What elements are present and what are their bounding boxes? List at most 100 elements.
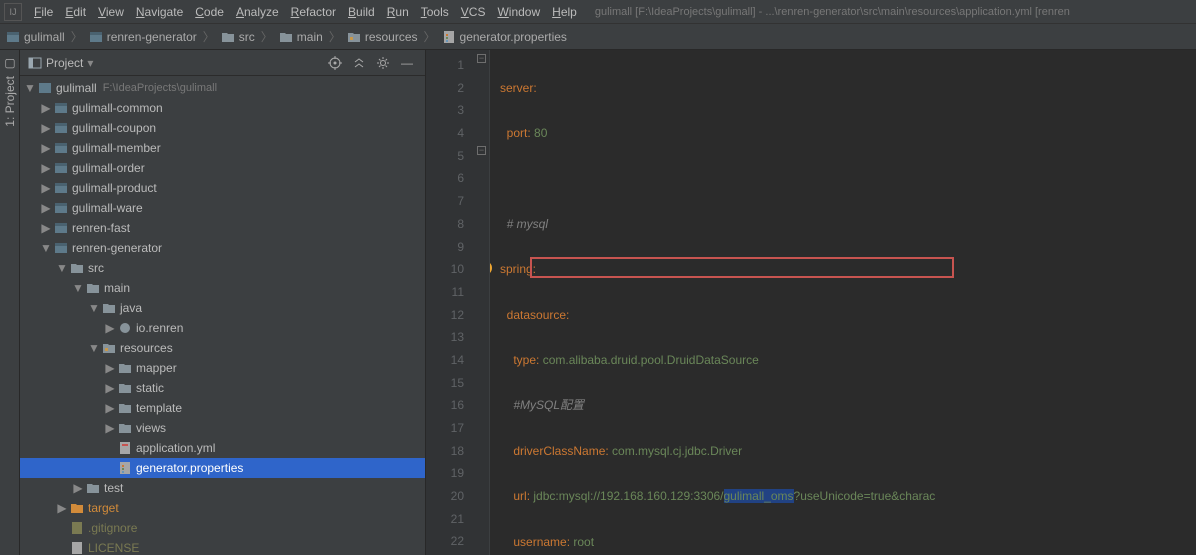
menu-window[interactable]: Window [491, 0, 546, 24]
tree-item-java[interactable]: ▼ java [20, 298, 425, 318]
tree-arrow-icon[interactable] [104, 442, 116, 454]
menu-analyze[interactable]: Analyze [230, 0, 285, 24]
tree-arrow-icon[interactable]: ▶ [104, 362, 116, 374]
line-number: 18 [426, 440, 464, 463]
menu-file[interactable]: File [28, 0, 59, 24]
menu-tools[interactable]: Tools [415, 0, 455, 24]
tree-arrow-icon[interactable]: ▼ [88, 302, 100, 314]
project-tree[interactable]: ▼gulimallF:\IdeaProjects\gulimall▶gulima… [20, 76, 425, 555]
tree-arrow-icon[interactable] [56, 542, 68, 554]
tree-arrow-icon[interactable] [56, 522, 68, 534]
fold-marker-icon[interactable]: − [477, 146, 486, 155]
project-icon: ▢ [3, 58, 17, 72]
menu-refactor[interactable]: Refactor [285, 0, 342, 24]
crumb-src[interactable]: src〉 [221, 28, 275, 45]
crumb-main[interactable]: main〉 [279, 28, 343, 45]
tree-label: renren-fast [72, 221, 130, 235]
tree-item-src[interactable]: ▼src [20, 258, 425, 278]
menu-view[interactable]: View [92, 0, 130, 24]
tree-label: java [120, 301, 142, 315]
tree-item-gulimall[interactable]: ▼gulimallF:\IdeaProjects\gulimall [20, 78, 425, 98]
crumb-gulimall[interactable]: gulimall〉 [6, 28, 85, 45]
tree-arrow-icon[interactable]: ▼ [56, 262, 68, 274]
tree-item--gitignore[interactable]: .gitignore [20, 518, 425, 538]
tree-item-renren-fast[interactable]: ▶ renren-fast [20, 218, 425, 238]
tree-arrow-icon[interactable]: ▼ [88, 342, 100, 354]
gutter: 12345678910111213141516171819202122 [426, 50, 474, 555]
tree-item-gulimall-order[interactable]: ▶gulimall-order [20, 158, 425, 178]
tree-item-template[interactable]: ▶template [20, 398, 425, 418]
editor: 12345678910111213141516171819202122 − − … [426, 50, 1196, 555]
project-tab-label: 1: Project [3, 76, 17, 127]
menu-edit[interactable]: Edit [59, 0, 92, 24]
tree-arrow-icon[interactable]: ▶ [104, 402, 116, 414]
tree-label: resources [120, 341, 173, 355]
menu-run[interactable]: Run [381, 0, 415, 24]
menu-navigate[interactable]: Navigate [130, 0, 189, 24]
tree-item-views[interactable]: ▶views [20, 418, 425, 438]
crumb-file[interactable]: generator.properties [442, 30, 567, 44]
tree-arrow-icon[interactable]: ▶ [104, 422, 116, 434]
chevron-right-icon: 〉 [329, 28, 341, 45]
project-header: Project ▾ — [20, 50, 425, 76]
breadcrumb: gulimall〉 renren-generator〉 src〉 main〉 r… [0, 24, 1196, 50]
tree-arrow-icon[interactable]: ▶ [104, 322, 116, 334]
line-number: 16 [426, 394, 464, 417]
sidebar-tool-project[interactable]: 1: Project ▢ [0, 50, 20, 555]
line-number: 4 [426, 122, 464, 145]
tree-item-gulimall-common[interactable]: ▶ gulimall-common [20, 98, 425, 118]
tree-item-generator-properties[interactable]: generator.properties [20, 458, 425, 478]
tree-arrow-icon[interactable]: ▼ [40, 242, 52, 254]
tree-item-test[interactable]: ▶test [20, 478, 425, 498]
tree-arrow-icon[interactable]: ▶ [56, 502, 68, 514]
tree-arrow-icon[interactable]: ▼ [72, 282, 84, 294]
tgt-icon [70, 501, 84, 515]
hide-icon[interactable]: — [397, 53, 417, 73]
tree-item-static[interactable]: ▶static [20, 378, 425, 398]
line-number: 17 [426, 417, 464, 440]
tree-item-license[interactable]: LICENSE [20, 538, 425, 555]
menu-help[interactable]: Help [546, 0, 583, 24]
menu-code[interactable]: Code [189, 0, 230, 24]
tree-item-resources[interactable]: ▼ resources [20, 338, 425, 358]
tree-label: .gitignore [88, 521, 137, 535]
menu-build[interactable]: Build [342, 0, 381, 24]
tree-item-main[interactable]: ▼main [20, 278, 425, 298]
crumb-renren-generator[interactable]: renren-generator〉 [89, 28, 217, 45]
tree-item-gulimall-product[interactable]: ▶ gulimall-product [20, 178, 425, 198]
tree-item-io-renren[interactable]: ▶ io.renren [20, 318, 425, 338]
gear-icon[interactable] [373, 53, 393, 73]
tree-label: renren-generator [72, 241, 162, 255]
tree-item-target[interactable]: ▶target [20, 498, 425, 518]
crumb-resources[interactable]: resources〉 [347, 28, 438, 45]
fold-gutter[interactable]: − − [474, 50, 490, 555]
fold-marker-icon[interactable]: − [477, 54, 486, 63]
tree-arrow-icon[interactable]: ▶ [40, 202, 52, 214]
tree-arrow-icon[interactable]: ▶ [40, 122, 52, 134]
tree-label: gulimall-product [72, 181, 157, 195]
tree-label: gulimall-common [72, 101, 163, 115]
tree-arrow-icon[interactable]: ▼ [24, 82, 36, 94]
tree-item-mapper[interactable]: ▶mapper [20, 358, 425, 378]
tree-label: gulimall [56, 81, 97, 95]
tree-arrow-icon[interactable]: ▶ [72, 482, 84, 494]
locate-icon[interactable] [325, 53, 345, 73]
tree-arrow-icon[interactable]: ▶ [104, 382, 116, 394]
code-area[interactable]: server: port: 80 # mysql spring: datasou… [490, 50, 1196, 555]
tree-arrow-icon[interactable]: ▶ [40, 182, 52, 194]
menu-vcs[interactable]: VCS [455, 0, 492, 24]
tree-item-gulimall-ware[interactable]: ▶gulimall-ware [20, 198, 425, 218]
tree-item-gulimall-coupon[interactable]: ▶gulimall-coupon [20, 118, 425, 138]
tree-item-renren-generator[interactable]: ▼ renren-generator [20, 238, 425, 258]
tree-arrow-icon[interactable]: ▶ [40, 142, 52, 154]
tree-arrow-icon[interactable] [104, 462, 116, 474]
tree-item-gulimall-member[interactable]: ▶gulimall-member [20, 138, 425, 158]
collapse-icon[interactable] [349, 53, 369, 73]
tree-label: io.renren [136, 321, 183, 335]
tree-arrow-icon[interactable]: ▶ [40, 222, 52, 234]
tree-arrow-icon[interactable]: ▶ [40, 102, 52, 114]
tree-item-application-yml[interactable]: application.yml [20, 438, 425, 458]
dropdown-icon[interactable]: ▾ [87, 56, 93, 70]
pkg-icon [118, 321, 132, 335]
tree-arrow-icon[interactable]: ▶ [40, 162, 52, 174]
